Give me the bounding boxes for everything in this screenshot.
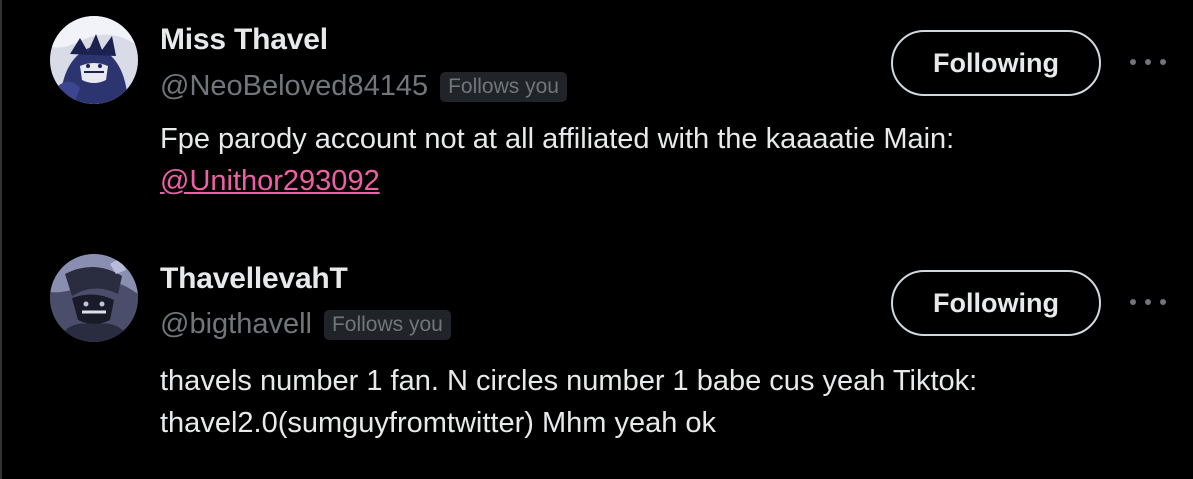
- dot: [1130, 299, 1136, 305]
- user-cell[interactable]: ThavellevahT @bigthavell Follows you tha…: [50, 240, 1193, 470]
- display-name[interactable]: ThavellevahT: [160, 262, 348, 296]
- user-bio: thavels number 1 fan. N circles number 1…: [160, 360, 1160, 444]
- display-name[interactable]: Miss Thavel: [160, 23, 328, 57]
- user-handle[interactable]: @bigthavell: [160, 308, 312, 341]
- user-handle[interactable]: @NeoBeloved84145: [160, 70, 428, 103]
- user-bio: Fpe parody account not at all affiliated…: [160, 118, 1160, 202]
- dot: [1130, 59, 1136, 65]
- handle-line: @bigthavell Follows you: [160, 308, 451, 341]
- avatar-image-icon: [50, 16, 138, 104]
- handle-line: @NeoBeloved84145 Follows you: [160, 70, 567, 103]
- avatar[interactable]: [50, 254, 138, 342]
- user-cell[interactable]: Miss Thavel @NeoBeloved84145 Follows you…: [50, 0, 1193, 230]
- follows-you-badge: Follows you: [440, 71, 567, 102]
- dot: [1145, 59, 1151, 65]
- following-button[interactable]: Following: [891, 270, 1101, 336]
- dot: [1160, 59, 1166, 65]
- avatar-image-icon: [50, 254, 138, 342]
- left-divider: [0, 0, 2, 479]
- bio-mention-link[interactable]: @Unithor293092: [160, 165, 380, 197]
- more-options-icon[interactable]: [1130, 52, 1166, 72]
- bio-text: Fpe parody account not at all affiliated…: [160, 123, 955, 155]
- avatar[interactable]: [50, 16, 138, 104]
- more-options-icon[interactable]: [1130, 292, 1166, 312]
- bio-line: thavel2.0(sumguyfromtwitter) Mhm yeah ok: [160, 407, 717, 439]
- dot: [1145, 299, 1151, 305]
- bio-line: thavels number 1 fan. N circles number 1…: [160, 365, 978, 397]
- following-button[interactable]: Following: [891, 30, 1101, 96]
- dot: [1160, 299, 1166, 305]
- follows-you-badge: Follows you: [323, 309, 451, 340]
